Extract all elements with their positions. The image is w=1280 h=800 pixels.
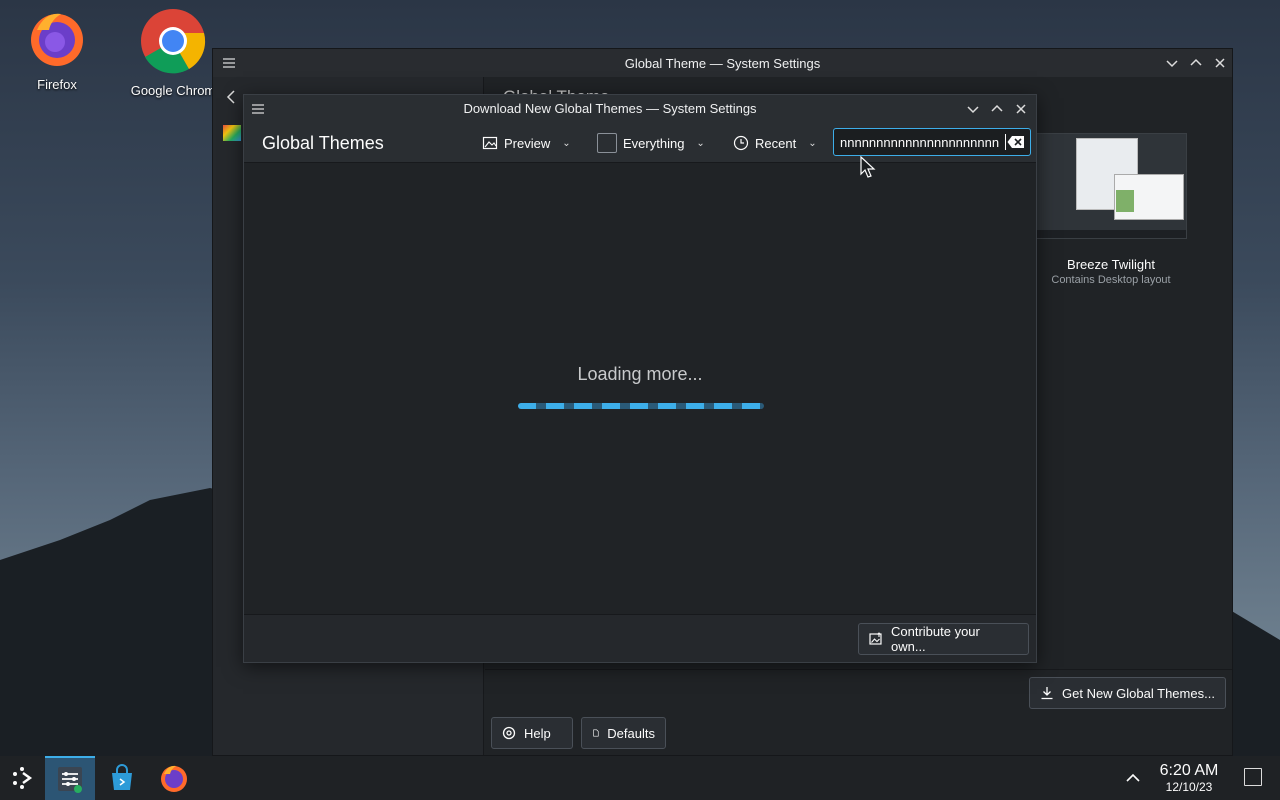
defaults-button[interactable]: Defaults — [581, 717, 666, 749]
download-themes-dialog: Download New Global Themes — System Sett… — [243, 94, 1037, 663]
loading-progress-bar — [518, 403, 764, 409]
view-mode-dropdown[interactable]: Preview ⌄ — [482, 131, 571, 155]
dialog-footer: Contribute your own... — [244, 614, 1036, 662]
chevron-down-icon: ⌄ — [808, 137, 817, 149]
application-launcher[interactable] — [2, 760, 42, 796]
theme-card-breeze-twilight[interactable]: Breeze Twilight Contains Desktop layout — [1035, 133, 1187, 286]
theme-name: Breeze Twilight — [1067, 257, 1155, 272]
recent-label: Recent — [755, 135, 797, 151]
help-icon — [502, 726, 516, 740]
appearance-category-icon[interactable] — [223, 125, 241, 141]
loading-label: Loading more... — [577, 364, 703, 384]
search-input[interactable]: nnnnnnnnnnnnnnnnnnnnnn — [833, 128, 1031, 156]
theme-subtitle: Contains Desktop layout — [1051, 274, 1171, 286]
image-preview-icon — [482, 136, 498, 150]
chevron-down-icon: ⌄ — [696, 137, 705, 149]
download-icon — [1041, 687, 1053, 700]
dialog-toolbar: Global Themes Preview ⌄ Everything ⌄ Rec… — [244, 123, 1036, 163]
taskbar-firefox[interactable] — [154, 760, 194, 796]
checkbox-icon — [597, 133, 617, 153]
filter-dropdown[interactable]: Everything ⌄ — [597, 131, 705, 155]
contribute-label: Contribute your own... — [890, 624, 980, 654]
search-input-value: nnnnnnnnnnnnnnnnnnnnnn — [840, 134, 1000, 150]
system-tray-expand-icon[interactable] — [1122, 768, 1144, 788]
dialog-title: Download New Global Themes — System Sett… — [463, 101, 757, 116]
settings-icon — [58, 767, 82, 793]
discover-store-icon — [112, 764, 132, 790]
upload-image-icon — [869, 632, 882, 645]
preview-label: Preview — [504, 135, 551, 151]
system-settings-titlebar[interactable]: Global Theme — System Settings — [213, 49, 1232, 77]
system-settings-title: Global Theme — System Settings — [624, 55, 821, 71]
desktop-icon-label: Firefox — [37, 77, 77, 92]
help-label: Help — [524, 725, 551, 741]
show-desktop-icon[interactable] — [1244, 768, 1262, 786]
document-reset-icon — [593, 729, 599, 737]
sort-dropdown[interactable]: Recent ⌄ — [733, 131, 817, 155]
maximize-icon[interactable] — [1188, 55, 1204, 71]
defaults-label: Defaults — [607, 725, 655, 741]
contribute-button[interactable]: Contribute your own... — [858, 623, 1029, 655]
dialog-titlebar[interactable]: Download New Global Themes — System Sett… — [244, 95, 1036, 123]
chevron-down-icon: ⌄ — [562, 137, 571, 149]
taskbar: 6:20 AM 12/10/23 — [0, 756, 1280, 800]
help-button[interactable]: Help — [491, 717, 573, 749]
theme-thumbnail — [1035, 133, 1187, 239]
taskbar-system-settings[interactable] — [45, 756, 95, 800]
chrome-icon — [141, 9, 206, 74]
separator — [485, 669, 1232, 670]
clock-icon — [733, 135, 749, 151]
clock-date[interactable]: 12/10/23 — [1150, 780, 1228, 794]
get-new-label: Get New Global Themes... — [1062, 685, 1215, 701]
everything-label: Everything — [623, 135, 685, 151]
back-arrow-icon[interactable] — [223, 89, 239, 105]
desktop-icon-firefox[interactable]: Firefox — [2, 8, 112, 92]
taskbar-discover[interactable] — [102, 760, 142, 796]
mouse-cursor-icon — [860, 156, 876, 178]
dialog-heading: Global Themes — [262, 133, 384, 153]
close-icon[interactable] — [1013, 101, 1029, 117]
clock-time[interactable]: 6:20 AM — [1150, 762, 1228, 780]
firefox-icon — [31, 13, 83, 66]
get-new-global-themes-button[interactable]: Get New Global Themes... — [1029, 677, 1226, 709]
close-icon[interactable] — [1212, 55, 1228, 71]
minimize-icon[interactable] — [1164, 55, 1180, 71]
minimize-icon[interactable] — [965, 101, 981, 117]
maximize-icon[interactable] — [989, 101, 1005, 117]
firefox-icon — [161, 765, 187, 792]
themes-content-area: Loading more... — [244, 164, 1036, 616]
launcher-icon — [13, 767, 33, 789]
clear-search-icon[interactable] — [1006, 134, 1026, 150]
